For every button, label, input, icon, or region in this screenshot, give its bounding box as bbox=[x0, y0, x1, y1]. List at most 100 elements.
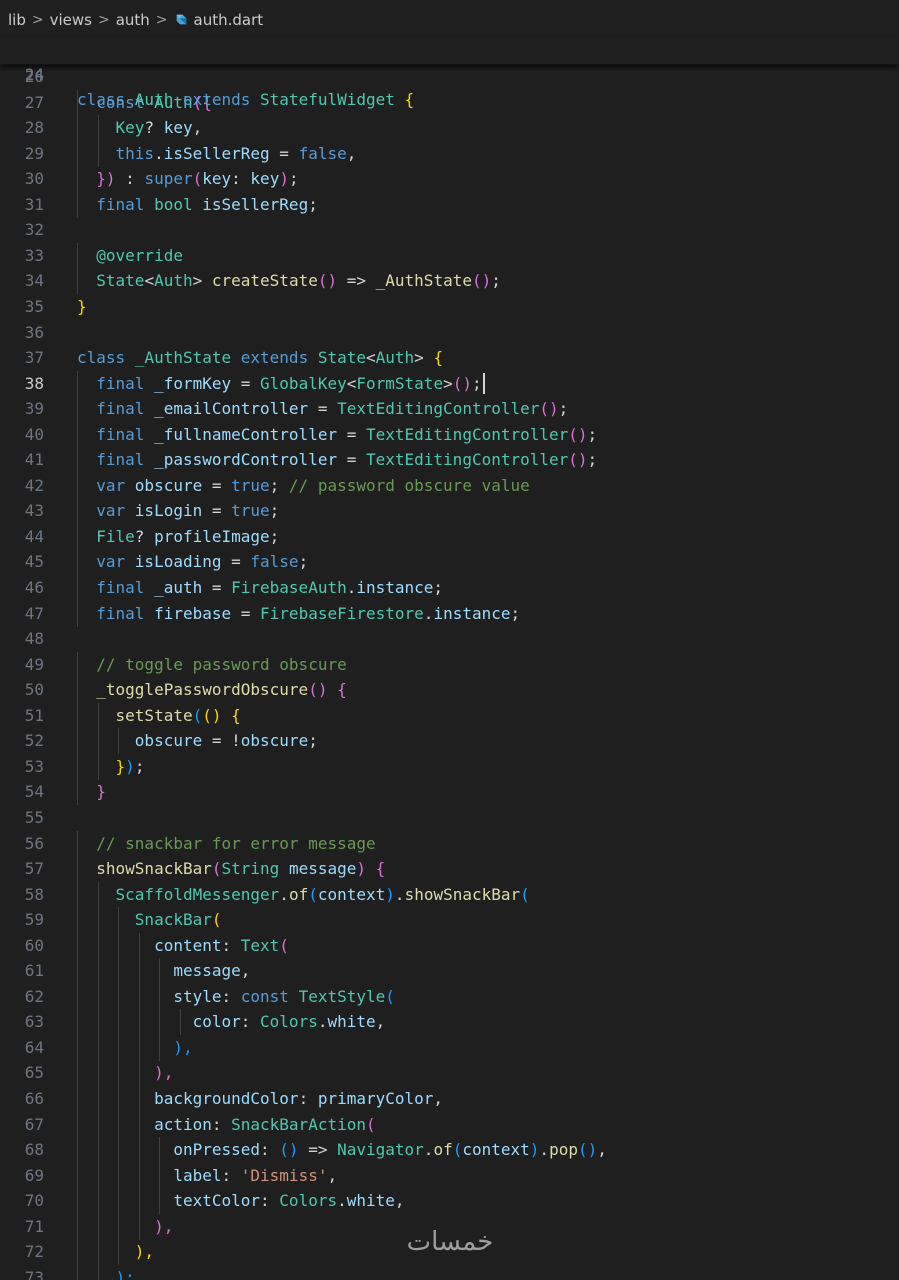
code-token: TextEditingController bbox=[337, 399, 540, 419]
code-line: 43 var isLogin = true; bbox=[0, 498, 899, 525]
code-token: _AuthState bbox=[375, 271, 472, 291]
code-text: content: Text( bbox=[77, 933, 289, 958]
code-line: 33 @override bbox=[0, 242, 899, 269]
code-line: 39 final _emailController = TextEditingC… bbox=[0, 396, 899, 423]
line-number: 44 bbox=[24, 526, 44, 546]
code-line: 47 final firebase = FirebaseFirestore.in… bbox=[0, 600, 899, 627]
line-number: 71 bbox=[24, 1216, 44, 1236]
code-token: = bbox=[240, 603, 261, 623]
line-number: 49 bbox=[24, 654, 44, 674]
code-token: ? bbox=[144, 118, 164, 138]
code-text: ), bbox=[77, 1060, 173, 1085]
code-token: : bbox=[221, 935, 241, 955]
code-token: ; bbox=[298, 552, 309, 572]
line-number: 59 bbox=[24, 910, 44, 930]
chevron-right-icon: > bbox=[97, 12, 110, 28]
code-token: showSnackBar bbox=[404, 884, 521, 904]
code-token: : bbox=[260, 1140, 280, 1160]
code-token: { bbox=[433, 348, 444, 368]
code-editor[interactable]: 26 27 const Auth({28 Key? key, 29 this.isS… bbox=[0, 64, 899, 1280]
code-token: () bbox=[568, 424, 588, 444]
code-text: @override bbox=[77, 243, 183, 268]
code-token: FormState bbox=[356, 373, 444, 393]
code-token: ) bbox=[529, 1140, 540, 1160]
line-number: 51 bbox=[24, 705, 44, 725]
code-line: 46 final _auth = FirebaseAuth.instance; bbox=[0, 575, 899, 601]
code-token: File bbox=[96, 526, 135, 546]
code-line: 63 color: Colors.white, bbox=[0, 1009, 899, 1036]
code-token: _fullnameController bbox=[154, 424, 347, 444]
breadcrumb-item-views[interactable]: views bbox=[50, 11, 92, 29]
code-line: 54 } bbox=[0, 779, 899, 806]
code-token: context bbox=[462, 1140, 530, 1160]
code-token: , bbox=[346, 143, 357, 163]
code-line: 68 onPressed: () => Navigator.of(context… bbox=[0, 1137, 899, 1164]
code-token: this bbox=[115, 143, 155, 163]
line-number: 41 bbox=[24, 450, 44, 470]
code-token: TextStyle bbox=[298, 986, 386, 1006]
breadcrumb-item-auth[interactable]: auth bbox=[116, 11, 150, 29]
code-token: () bbox=[471, 271, 492, 291]
code-token: : bbox=[221, 1165, 241, 1185]
code-token: ; bbox=[269, 501, 280, 521]
code-text: // toggle password obscure bbox=[77, 652, 347, 677]
code-token: _auth bbox=[154, 578, 212, 597]
code-token: } bbox=[77, 296, 87, 316]
code-token: final bbox=[96, 424, 155, 444]
code-line: 50 _togglePasswordObscure() { bbox=[0, 677, 899, 704]
line-number: 45 bbox=[24, 552, 44, 572]
code-token: StatefulWidget bbox=[260, 90, 405, 109]
sticky-scroll-line[interactable]: 24 class Auth extends StatefulWidget { bbox=[0, 37, 899, 109]
code-line: 51 setState(() { bbox=[0, 702, 899, 729]
code-line: 60 content: Text( bbox=[0, 932, 899, 959]
code-line: 73 ); bbox=[0, 1264, 899, 1280]
code-token: = bbox=[240, 373, 261, 393]
code-token: () bbox=[568, 450, 588, 470]
code-token: String bbox=[221, 859, 289, 879]
line-number: 39 bbox=[24, 399, 44, 419]
code-token: final bbox=[96, 603, 155, 623]
code-token: _passwordController bbox=[154, 450, 347, 470]
line-number: 55 bbox=[24, 807, 44, 827]
line-number: 37 bbox=[24, 348, 44, 368]
code-token: . bbox=[337, 1191, 347, 1211]
code-token: : bbox=[260, 1191, 280, 1211]
code-token: ), bbox=[173, 1037, 193, 1057]
line-number: 56 bbox=[24, 833, 44, 853]
code-token: ( bbox=[211, 910, 222, 930]
code-token: createState bbox=[211, 271, 318, 291]
code-token: // toggle password obscure bbox=[96, 654, 347, 674]
code-line: 65 ), bbox=[0, 1060, 899, 1087]
code-token: () bbox=[577, 1140, 598, 1160]
code-token: ; bbox=[269, 475, 289, 495]
code-token: message bbox=[173, 961, 241, 981]
code-token: showSnackBar bbox=[96, 859, 212, 879]
line-number: 34 bbox=[24, 271, 44, 291]
code-token: < bbox=[366, 348, 376, 368]
code-token: action bbox=[154, 1114, 212, 1134]
code-token: State bbox=[96, 271, 145, 291]
code-text: var obscure = true; // password obscure … bbox=[77, 473, 529, 498]
code-token: Auth bbox=[134, 90, 183, 109]
code-token: ) bbox=[125, 756, 135, 776]
code-token: isLogin bbox=[134, 501, 212, 521]
breadcrumb-file[interactable]: auth.dart bbox=[194, 11, 264, 29]
code-token: = bbox=[346, 450, 366, 470]
breadcrumb-item-lib[interactable]: lib bbox=[8, 11, 26, 29]
code-token: message bbox=[288, 859, 357, 879]
code-text: State<Auth> createState() => _AuthState(… bbox=[77, 268, 501, 293]
